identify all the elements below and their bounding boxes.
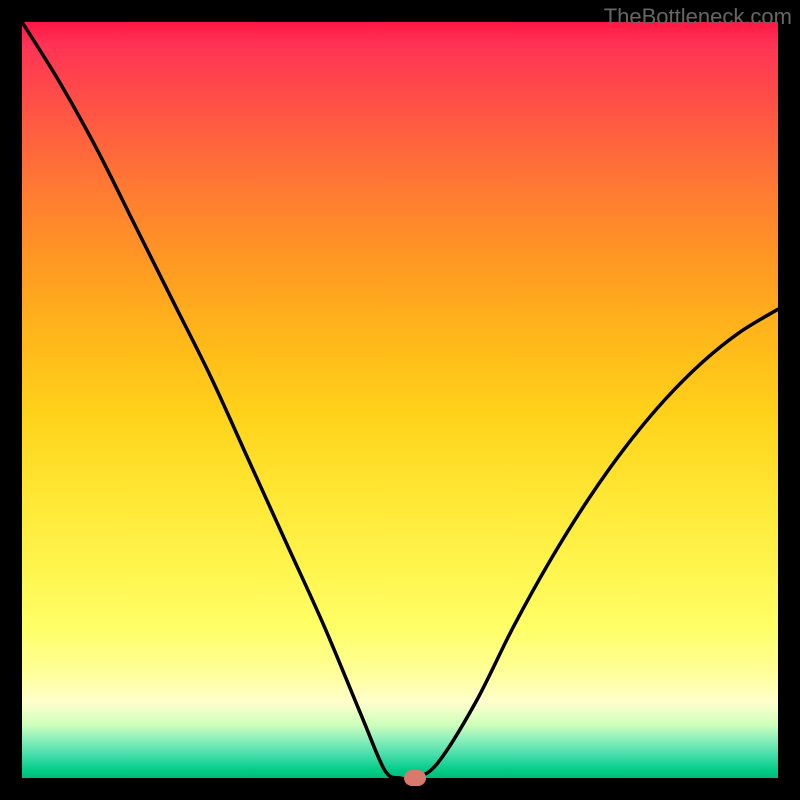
chart-curve-svg: [22, 22, 778, 778]
optimal-point-marker: [404, 770, 426, 786]
chart-plot-area: [22, 22, 778, 778]
bottleneck-curve: [22, 22, 778, 778]
watermark-text: TheBottleneck.com: [604, 4, 792, 30]
